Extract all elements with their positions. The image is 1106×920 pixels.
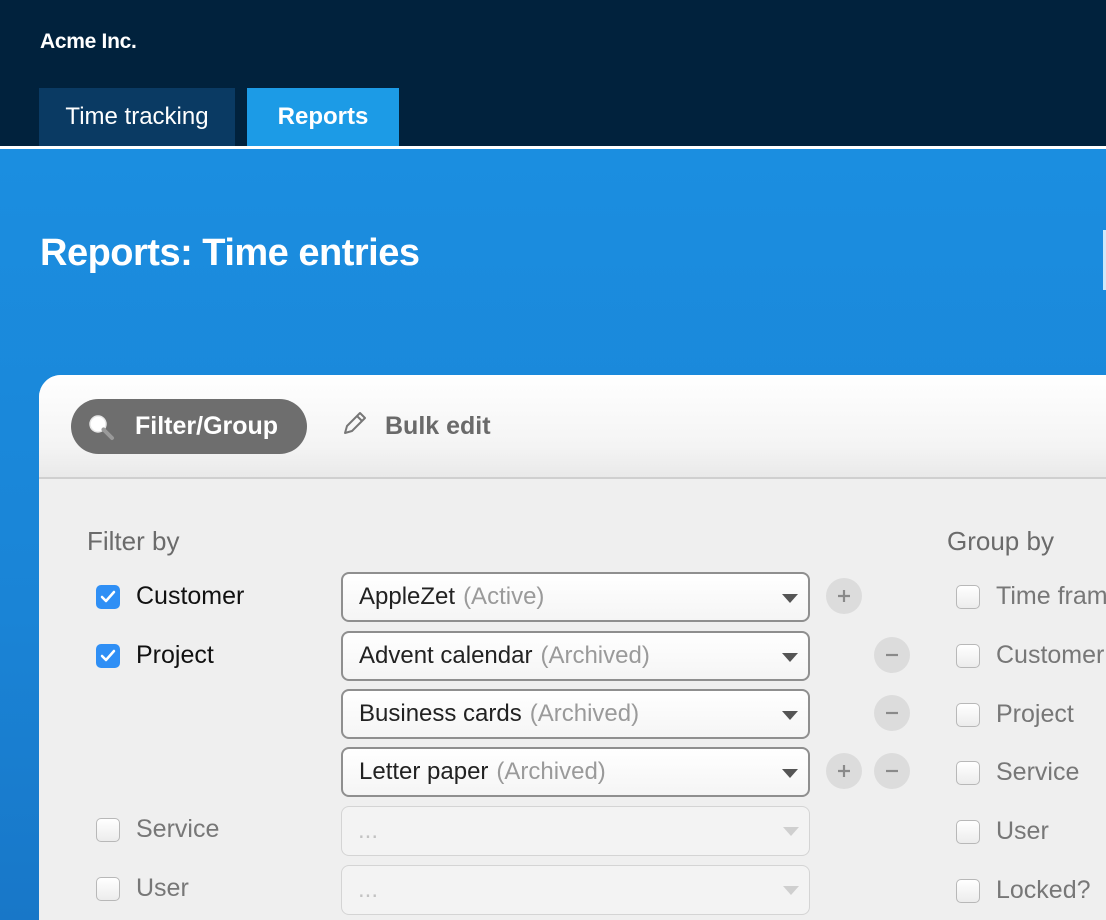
filter-customer-label: Customer — [136, 582, 245, 610]
select-value: Letter paper — [359, 758, 489, 785]
panel-toolbar: Filter/Group Bulk edit — [39, 375, 1106, 479]
group-time-frame-label: Time frame — [996, 582, 1106, 610]
caret-down-icon — [782, 594, 798, 603]
add-project-button[interactable] — [826, 753, 862, 789]
filter-group-button[interactable]: Filter/Group — [71, 399, 307, 454]
group-service-checkbox[interactable] — [956, 761, 980, 785]
remove-project-button[interactable] — [874, 637, 910, 673]
minus-icon — [886, 769, 898, 773]
caret-down-icon — [782, 711, 798, 720]
filter-panel: Filter/Group Bulk edit Filter by Custome… — [39, 375, 1106, 920]
select-placeholder: ... — [358, 817, 379, 844]
filter-user-checkbox[interactable] — [96, 877, 120, 901]
user-select[interactable]: ... — [341, 865, 810, 915]
group-user-label: User — [996, 817, 1049, 845]
filter-service-label: Service — [136, 815, 220, 843]
pencil-icon — [339, 408, 369, 445]
remove-project-button[interactable] — [874, 753, 910, 789]
select-status: (Archived) — [529, 700, 640, 727]
caret-down-icon — [782, 769, 798, 778]
group-customer-label: Customer — [996, 641, 1105, 669]
tab-reports[interactable]: Reports — [247, 88, 399, 146]
checkmark-icon — [100, 590, 116, 603]
caret-down-icon — [782, 653, 798, 662]
select-value: AppleZet — [359, 583, 456, 610]
group-customer-checkbox[interactable] — [956, 644, 980, 668]
plus-icon — [838, 590, 850, 602]
filter-project-checkbox[interactable] — [96, 644, 120, 668]
tab-time-tracking[interactable]: Time tracking — [39, 88, 235, 146]
page-title: Reports: Time entries — [40, 232, 420, 274]
filter-user-label: User — [136, 874, 189, 902]
add-customer-button[interactable] — [826, 578, 862, 614]
group-by-title: Group by — [947, 526, 1054, 556]
plus-icon — [838, 765, 850, 777]
select-value: Advent calendar — [359, 642, 533, 669]
group-user-checkbox[interactable] — [956, 820, 980, 844]
filter-customer-checkbox[interactable] — [96, 585, 120, 609]
bulk-edit-label: Bulk edit — [385, 412, 491, 440]
group-service-label: Service — [996, 758, 1080, 786]
search-icon — [87, 413, 115, 441]
bulk-edit-button[interactable]: Bulk edit — [339, 399, 491, 454]
filter-by-title: Filter by — [87, 526, 180, 556]
service-select[interactable]: ... — [341, 806, 810, 856]
group-time-frame-checkbox[interactable] — [956, 585, 980, 609]
top-navigation-bar: Acme Inc. Time tracking Reports — [0, 0, 1106, 146]
filter-project-label: Project — [136, 641, 214, 669]
select-value: Business cards — [359, 700, 522, 727]
minus-icon — [886, 653, 898, 657]
customer-select[interactable]: AppleZet (Active) — [341, 572, 810, 622]
select-status: (Archived) — [496, 758, 606, 785]
project-select-1[interactable]: Advent calendar (Archived) — [341, 631, 810, 681]
select-status: (Archived) — [540, 642, 650, 669]
group-project-checkbox[interactable] — [956, 703, 980, 727]
filter-group-label: Filter/Group — [135, 412, 279, 440]
group-project-label: Project — [996, 700, 1074, 728]
company-name: Acme Inc. — [40, 30, 137, 53]
caret-down-icon — [783, 827, 799, 836]
project-select-2[interactable]: Business cards (Archived) — [341, 689, 810, 739]
filter-service-checkbox[interactable] — [96, 818, 120, 842]
caret-down-icon — [783, 886, 799, 895]
group-locked-label: Locked? — [996, 876, 1091, 904]
minus-icon — [886, 711, 898, 715]
group-locked-checkbox[interactable] — [956, 879, 980, 903]
remove-project-button[interactable] — [874, 695, 910, 731]
select-placeholder: ... — [358, 876, 379, 903]
select-status: (Active) — [463, 583, 545, 610]
checkmark-icon — [100, 649, 116, 662]
project-select-3[interactable]: Letter paper (Archived) — [341, 747, 810, 797]
